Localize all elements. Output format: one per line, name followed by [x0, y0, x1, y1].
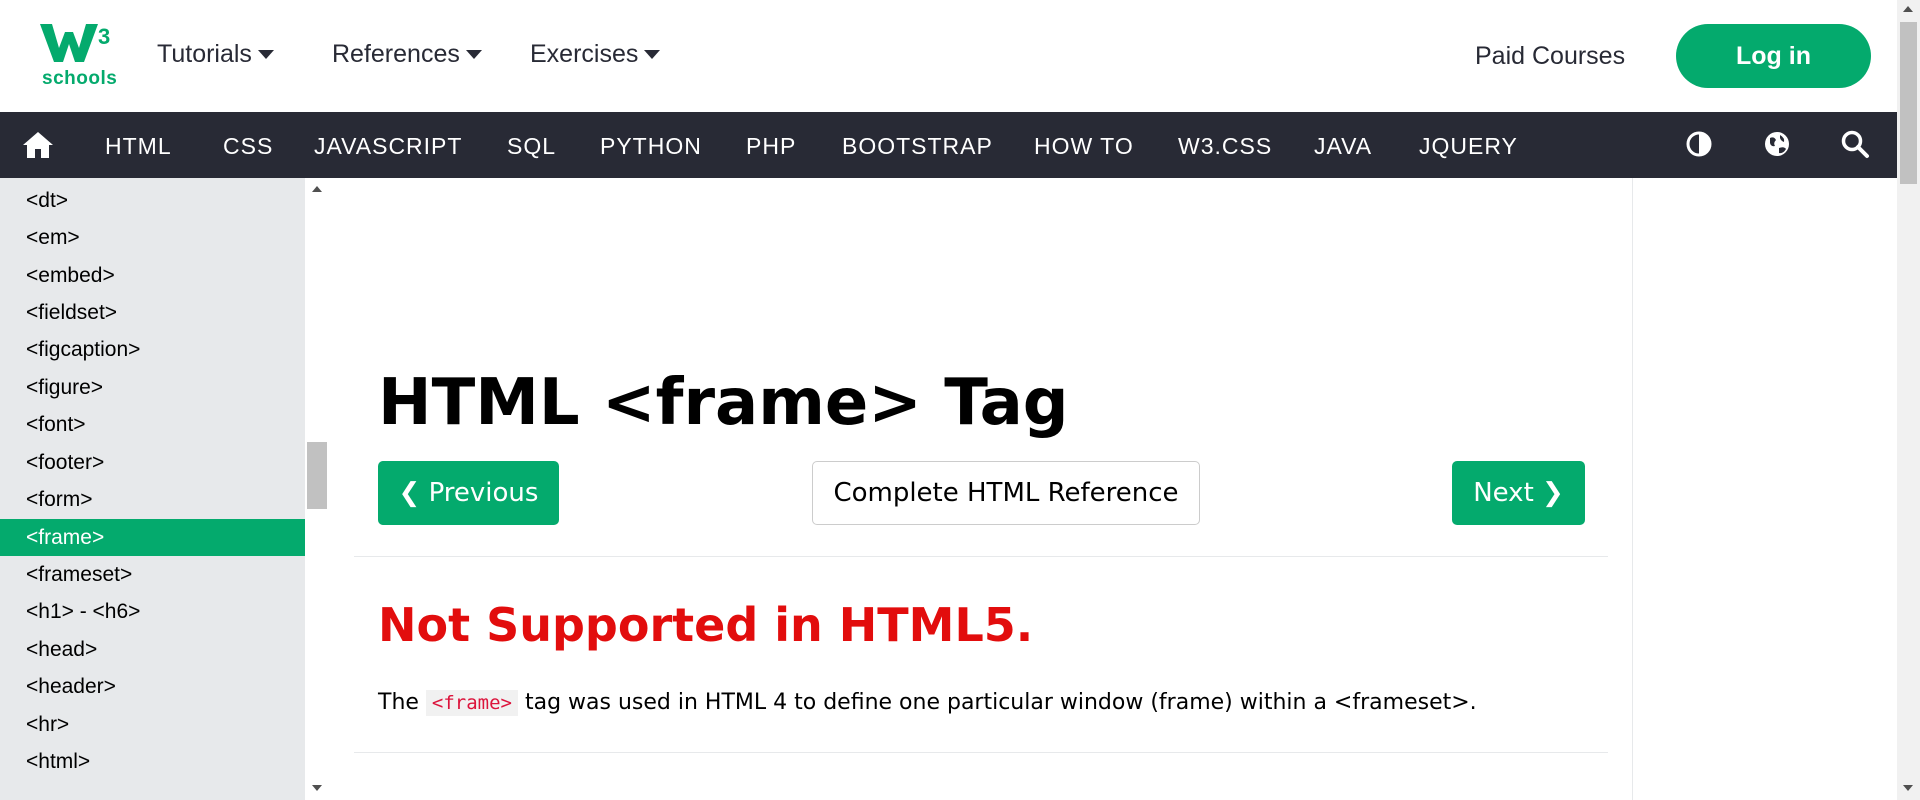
sidebar-item-footer[interactable]: <footer>: [0, 444, 305, 481]
sidebar-item-embed[interactable]: <embed>: [0, 257, 305, 294]
nav-item-jquery[interactable]: JQUERY: [1419, 133, 1518, 160]
nav-item-php[interactable]: PHP: [746, 133, 796, 160]
sidebar-item-header[interactable]: <header>: [0, 668, 305, 705]
logo-superscript: 3: [98, 24, 111, 49]
nav-item-css[interactable]: CSS: [223, 133, 273, 160]
menu-references[interactable]: References: [332, 40, 482, 69]
login-button[interactable]: Log in: [1676, 24, 1871, 88]
caret-down-icon: [465, 50, 482, 59]
previous-button[interactable]: ❮ Previous: [378, 461, 559, 525]
sidebar-item-head[interactable]: <head>: [0, 631, 305, 668]
top-header: 3 schools Tutorials References Exercises…: [0, 0, 1897, 112]
sidebar-item-figure[interactable]: <figure>: [0, 369, 305, 406]
w3schools-logo[interactable]: 3 schools: [40, 22, 118, 92]
menu-exercises[interactable]: Exercises: [530, 40, 661, 69]
inline-code: <frame>: [425, 690, 518, 716]
nav-item-bootstrap[interactable]: BOOTSTRAP: [842, 133, 993, 160]
page-title: HTML <frame> Tag: [378, 366, 1069, 440]
sidebar-item-html[interactable]: <html>: [0, 743, 305, 780]
divider: [354, 556, 1608, 557]
globe-icon[interactable]: [1762, 129, 1792, 159]
main-nav-bar: HTML CSS JAVASCRIPT SQL PYTHON PHP BOOTS…: [0, 112, 1897, 178]
home-icon[interactable]: [22, 131, 54, 164]
nav-item-javascript[interactable]: JAVASCRIPT: [314, 133, 462, 160]
logo-text: schools: [42, 68, 118, 89]
divider: [354, 752, 1608, 753]
sidebar-item-figcaption[interactable]: <figcaption>: [0, 331, 305, 368]
not-supported-heading: Not Supported in HTML5.: [378, 598, 1034, 652]
menu-tutorials[interactable]: Tutorials: [157, 40, 274, 69]
menu-tutorials-label: Tutorials: [157, 40, 252, 68]
menu-exercises-label: Exercises: [530, 40, 639, 68]
nav-item-java[interactable]: JAVA: [1314, 133, 1372, 160]
scroll-down-arrow-icon[interactable]: [312, 785, 322, 791]
sidebar-item-font[interactable]: <font>: [0, 406, 305, 443]
nav-item-python[interactable]: PYTHON: [600, 133, 702, 160]
complete-reference-button[interactable]: Complete HTML Reference: [812, 461, 1200, 525]
sidebar-item-form[interactable]: <form>: [0, 481, 305, 518]
menu-references-label: References: [332, 40, 460, 68]
caret-down-icon: [257, 50, 274, 59]
sidebar-item-h1-h6[interactable]: <h1> - <h6>: [0, 593, 305, 630]
contrast-icon[interactable]: [1684, 129, 1714, 159]
para-text-before: The: [378, 690, 426, 715]
paid-courses-link[interactable]: Paid Courses: [1475, 42, 1625, 71]
para-text-after: tag was used in HTML 4 to define one par…: [518, 690, 1477, 715]
sidebar-item-dt[interactable]: <dt>: [0, 182, 305, 219]
search-icon[interactable]: [1840, 129, 1870, 159]
nav-item-sql[interactable]: SQL: [507, 133, 556, 160]
w3-logo-icon: [40, 24, 98, 62]
nav-item-how-to[interactable]: HOW TO: [1034, 133, 1134, 160]
sidebar-item-frame[interactable]: <frame>: [0, 519, 305, 556]
nav-item-html[interactable]: HTML: [105, 133, 172, 160]
sidebar-item-frameset[interactable]: <frameset>: [0, 556, 305, 593]
nav-item-w3css[interactable]: W3.CSS: [1178, 133, 1272, 160]
page-scroll-up-arrow-icon[interactable]: [1903, 6, 1913, 12]
sidebar-item-hr[interactable]: <hr>: [0, 706, 305, 743]
caret-down-icon: [644, 50, 661, 59]
next-button[interactable]: Next ❯: [1452, 461, 1585, 525]
description-paragraph: The <frame> tag was used in HTML 4 to de…: [378, 690, 1477, 716]
sidebar-item-em[interactable]: <em>: [0, 219, 305, 256]
sidebar-item-fieldset[interactable]: <fieldset>: [0, 294, 305, 331]
content-divider: [1632, 178, 1633, 800]
page-scroll-down-arrow-icon[interactable]: [1903, 785, 1913, 791]
page-scrollbar-thumb[interactable]: [1900, 22, 1917, 184]
scroll-up-arrow-icon[interactable]: [312, 186, 322, 192]
sidebar-scrollbar-thumb[interactable]: [307, 442, 327, 509]
sidebar-reference-list: <dt> <em> <embed> <fieldset> <figcaption…: [0, 178, 305, 800]
